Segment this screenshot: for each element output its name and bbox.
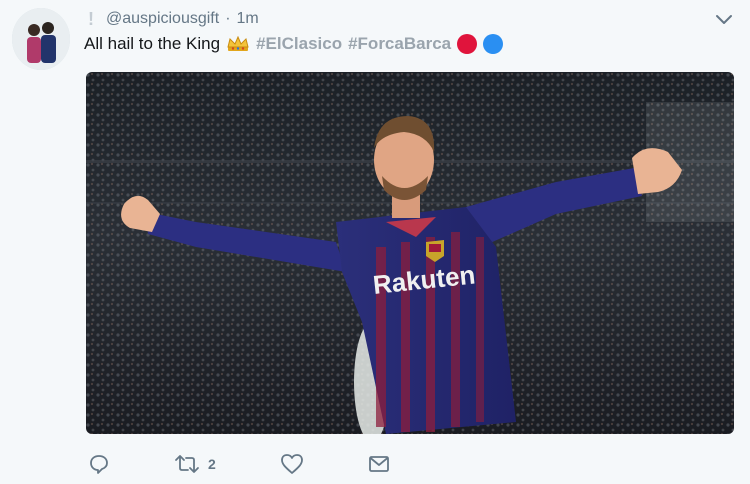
separator-dot: · [225,10,231,27]
tweet-media-photo[interactable]: Rakuten [86,72,734,434]
avatar[interactable] [12,8,70,70]
direct-message-button[interactable] [368,452,390,476]
heart-icon [280,453,304,475]
tweet-actions: 2 [88,452,454,476]
retweet-icon [174,453,200,475]
crown-icon [226,35,250,52]
like-button[interactable] [280,452,304,476]
tweet-header: ! @auspiciousgift · 1m [88,8,259,30]
tweet-text: All hail to the King #ElClasico #ForcaBa… [84,34,504,54]
tweet-card: ! @auspiciousgift · 1m All hail to the K… [0,0,750,484]
tweet-text-body: All hail to the King [84,34,221,53]
retweet-count: 2 [208,456,216,472]
retweet-button[interactable]: 2 [174,452,216,476]
blue-circle-icon [483,34,504,54]
envelope-icon [368,455,390,473]
reply-icon [88,453,110,475]
tweet-timestamp[interactable]: 1m [237,10,259,28]
alert-icon: ! [88,8,94,29]
hashtag-forcabarca[interactable]: #ForcaBarca [348,34,451,54]
red-circle-icon [457,34,478,54]
chevron-down-icon[interactable] [714,12,734,28]
user-handle[interactable]: @auspiciousgift [106,10,219,28]
hashtag-elclasico[interactable]: #ElClasico [256,34,342,54]
reply-button[interactable] [88,452,110,476]
